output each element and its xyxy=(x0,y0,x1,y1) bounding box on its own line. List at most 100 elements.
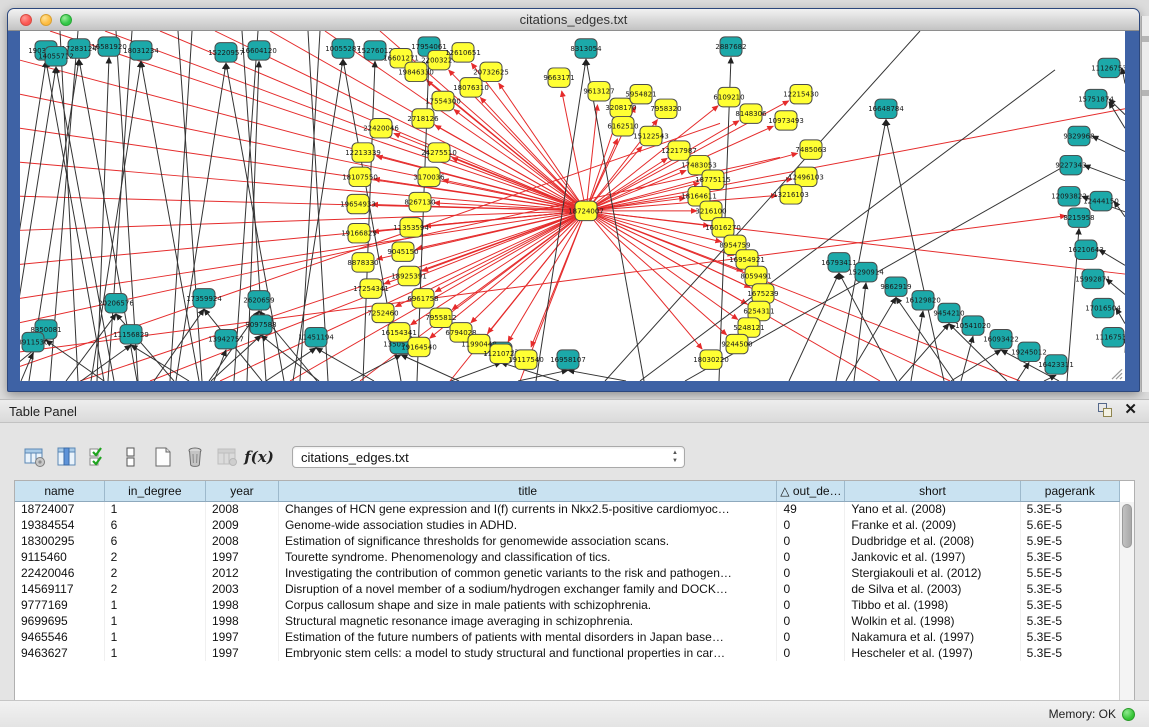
window-titlebar[interactable]: citations_edges.txt xyxy=(8,9,1139,31)
graph-node[interactable]: 11156829 xyxy=(113,325,149,344)
graph-node[interactable]: 2620659 xyxy=(243,291,274,310)
graph-node[interactable]: 8313054 xyxy=(570,39,601,58)
citation-network-graph[interactable]: 1903351317283124165819201803123415220957… xyxy=(20,31,1125,381)
graph-node[interactable]: 16581920 xyxy=(91,37,127,56)
graph-node[interactable]: 16958107 xyxy=(550,350,586,369)
svg-text:19117540: 19117540 xyxy=(508,356,544,364)
network-canvas[interactable]: 1903351317283124165819201803123415220957… xyxy=(20,31,1125,381)
graph-node[interactable]: 2718126 xyxy=(407,109,438,128)
graph-node[interactable]: 11126753 xyxy=(1091,58,1125,77)
graph-node[interactable]: 11353594 xyxy=(393,218,429,237)
table-row[interactable]: 946554611997Estimation of the future num… xyxy=(15,629,1120,645)
column-header-short[interactable]: short xyxy=(845,481,1020,501)
graph-node[interactable]: 18107550 xyxy=(342,167,378,186)
graph-node[interactable]: 8267130 xyxy=(404,192,435,211)
svg-text:6961758: 6961758 xyxy=(407,295,438,303)
column-header-in_degree[interactable]: in_degree xyxy=(104,481,205,501)
column-header-name[interactable]: name xyxy=(15,481,104,501)
graph-node[interactable]: 3170036 xyxy=(413,167,444,186)
delete-column-icon[interactable] xyxy=(182,444,208,470)
graph-node[interactable]: 8059491 xyxy=(740,266,771,285)
graph-node[interactable]: 9329968 xyxy=(1063,126,1094,145)
table-scrollbar-thumb[interactable] xyxy=(1122,504,1132,548)
column-header-out_de[interactable]: △ out_de… xyxy=(777,481,845,501)
graph-node[interactable]: 8878330 xyxy=(347,253,378,272)
table-settings-icon[interactable] xyxy=(22,444,48,470)
graph-node[interactable]: 16129820 xyxy=(905,291,941,310)
svg-text:12444150: 12444150 xyxy=(1083,198,1119,206)
graph-node[interactable]: 18030220 xyxy=(693,350,729,369)
table-row[interactable]: 911546021997Tourette syndrome. Phenomeno… xyxy=(15,549,1120,565)
graph-node[interactable]: 1675239 xyxy=(747,284,778,303)
graph-node[interactable]: 10541020 xyxy=(955,316,991,335)
graph-node[interactable]: 17016504 xyxy=(1085,298,1121,317)
memory-status-icon[interactable] xyxy=(1122,708,1135,721)
column-visibility-icon[interactable] xyxy=(54,444,80,470)
graph-node[interactable]: 12496103 xyxy=(788,167,824,186)
node-table[interactable]: namein_degreeyeartitle△ out_de…shortpage… xyxy=(15,481,1120,661)
graph-node[interactable]: 6961758 xyxy=(407,289,438,308)
table-row[interactable]: 1830029562008Estimation of significance … xyxy=(15,533,1120,549)
svg-text:9862919: 9862919 xyxy=(880,283,911,291)
float-panel-icon[interactable] xyxy=(1098,403,1112,417)
graph-node[interactable]: 9227343 xyxy=(1055,155,1086,174)
graph-node[interactable]: 12093822 xyxy=(1051,187,1087,206)
table-row[interactable]: 969969511998Structural magnetic resonanc… xyxy=(15,613,1120,629)
table-row[interactable]: 946362711997Embryonic stem cells: a mode… xyxy=(15,645,1120,661)
svg-text:16210643: 16210643 xyxy=(1068,246,1104,254)
graph-node[interactable]: 10055287 xyxy=(325,39,361,58)
table-row[interactable]: 1938455462009Genome-wide association stu… xyxy=(15,517,1120,533)
svg-text:16581920: 16581920 xyxy=(91,43,127,51)
row-height-icon[interactable] xyxy=(118,444,144,470)
dropdown-stepper-icon: ▲▼ xyxy=(672,449,678,465)
graph-node[interactable]: 16648784 xyxy=(868,99,904,118)
canvas-resize-grip[interactable] xyxy=(1112,369,1122,379)
graph-node[interactable]: 7958320 xyxy=(650,99,681,118)
select-all-icon[interactable] xyxy=(86,444,112,470)
close-icon[interactable]: ✕ xyxy=(1124,403,1137,417)
graph-node[interactable]: 9862919 xyxy=(880,277,911,296)
new-table-icon[interactable] xyxy=(150,444,176,470)
status-bar: Memory: OK xyxy=(0,700,1149,727)
column-header-year[interactable]: year xyxy=(205,481,278,501)
graph-node[interactable]: 15751874 xyxy=(1078,89,1114,108)
graph-node[interactable]: 9663171 xyxy=(543,68,574,87)
table-row[interactable]: 1872400712008Changes of HCN gene express… xyxy=(15,501,1120,517)
table-scrollbar[interactable] xyxy=(1119,502,1134,705)
graph-node[interactable]: 19166829 xyxy=(341,224,377,243)
graph-node[interactable]: 2887682 xyxy=(715,37,746,56)
table-row[interactable]: 977716911998Corpus callosum shape and si… xyxy=(15,597,1120,613)
svg-text:13942757: 13942757 xyxy=(208,336,244,344)
svg-text:19846330: 19846330 xyxy=(398,68,434,76)
function-builder-icon[interactable]: f(x) xyxy=(246,444,272,470)
graph-node[interactable]: 20206576 xyxy=(98,294,134,313)
graph-node[interactable]: 9097588 xyxy=(245,315,276,334)
graph-node[interactable]: 9613127 xyxy=(583,82,614,101)
graph-node[interactable]: 6109210 xyxy=(713,87,744,106)
graph-node[interactable]: 16604120 xyxy=(241,41,277,60)
graph-node[interactable]: 7485063 xyxy=(795,140,826,159)
graph-node[interactable]: 5954821 xyxy=(625,84,656,103)
table-selector-dropdown[interactable]: citations_edges.txt ▲▼ xyxy=(292,446,685,468)
table-row[interactable]: 1456911722003Disruption of a novel membe… xyxy=(15,581,1120,597)
graph-node[interactable]: 9244500 xyxy=(721,334,752,353)
graph-node[interactable]: 22420046 xyxy=(363,119,399,138)
graph-node[interactable]: 8148306 xyxy=(735,104,766,123)
table-panel-body: f(x) citations_edges.txt ▲▼ namein_degre… xyxy=(14,438,1135,727)
column-header-pagerank[interactable]: pagerank xyxy=(1020,481,1119,501)
graph-node[interactable]: 10973493 xyxy=(768,111,804,130)
table-row[interactable]: 2242004622012Investigating the contribut… xyxy=(15,565,1120,581)
graph-node[interactable]: 9454210 xyxy=(933,303,964,322)
graph-node[interactable]: 11167533 xyxy=(1095,328,1125,347)
graph-node[interactable]: 17359924 xyxy=(186,289,222,308)
graph-node[interactable]: 16093422 xyxy=(983,329,1019,348)
graph-node[interactable]: 8215958 xyxy=(1063,208,1094,227)
graph-node[interactable]: 7252460 xyxy=(367,303,398,322)
graph-node[interactable]: 12213339 xyxy=(345,143,381,162)
column-header-title[interactable]: title xyxy=(278,481,777,501)
svg-text:12496103: 12496103 xyxy=(788,173,824,181)
graph-node[interactable]: 16210643 xyxy=(1068,240,1104,259)
graph-node[interactable]: 15220957 xyxy=(208,43,244,62)
graph-node[interactable]: 17554300 xyxy=(425,91,461,110)
graph-node[interactable]: 9045150 xyxy=(387,242,418,261)
